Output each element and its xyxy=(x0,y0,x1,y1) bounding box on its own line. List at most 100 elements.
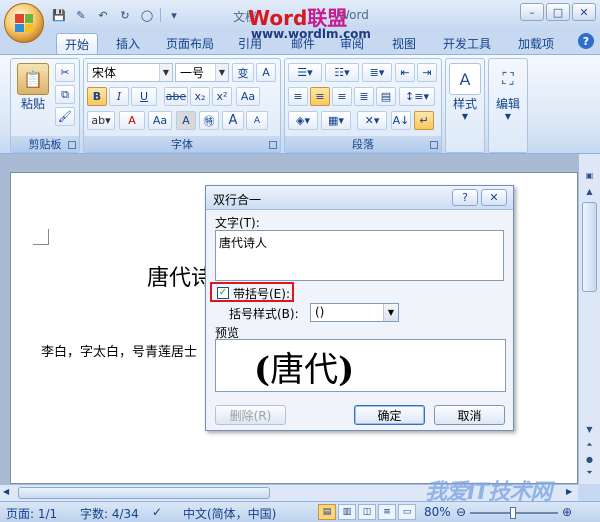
char-shading-button[interactable]: A xyxy=(176,111,196,130)
redo-icon[interactable]: ↻ xyxy=(116,7,134,23)
proofing-icon[interactable]: ✓ xyxy=(152,505,162,519)
sort-icon[interactable]: A↓ xyxy=(391,111,411,130)
styles-button[interactable]: A 样式 ▼ xyxy=(449,63,481,121)
enclose-char-icon[interactable]: ㊕ xyxy=(199,111,219,130)
tab-page-layout[interactable]: 页面布局 xyxy=(160,33,220,54)
change-case-icon[interactable]: Aa xyxy=(236,87,260,106)
case-button[interactable]: Aa xyxy=(148,111,172,130)
superscript-button[interactable]: x² xyxy=(212,87,232,106)
minimize-button[interactable]: – xyxy=(520,3,544,21)
tab-insert[interactable]: 插入 xyxy=(108,33,148,54)
tab-review[interactable]: 审阅 xyxy=(334,33,370,54)
vertical-scrollbar[interactable]: ▣ ▲ ▼ ⏶ ● ⏷ xyxy=(578,154,600,484)
numbering-icon[interactable]: ☷▾ xyxy=(325,63,359,82)
scroll-right-icon[interactable]: ▶ xyxy=(566,487,572,496)
tab-mailings[interactable]: 邮件 xyxy=(285,33,321,54)
paragraph-launcher-icon[interactable] xyxy=(430,141,438,149)
scroll-up-icon[interactable]: ▲ xyxy=(582,184,597,198)
phonetic-guide-icon[interactable]: 变 xyxy=(232,63,254,82)
select-browse-icon[interactable]: ● xyxy=(582,452,597,466)
subscript-button[interactable]: x₂ xyxy=(190,87,210,106)
align-right-icon[interactable]: ≡ xyxy=(332,87,352,106)
format-painter-icon[interactable]: 🖌 xyxy=(55,107,75,126)
full-screen-reading-icon[interactable]: ▥ xyxy=(338,504,356,520)
copy-icon[interactable]: ⧉ xyxy=(55,85,75,104)
distributed-icon[interactable]: ▤ xyxy=(376,87,396,106)
zoom-slider-knob[interactable] xyxy=(510,507,516,519)
bold-button[interactable]: B xyxy=(87,87,107,106)
zoom-level[interactable]: 80% xyxy=(424,505,451,519)
zoom-slider[interactable] xyxy=(470,507,558,519)
bullets-icon[interactable]: ☰▾ xyxy=(288,63,322,82)
highlight-color-icon[interactable]: ab▾ xyxy=(87,111,115,130)
font-color-button[interactable]: A xyxy=(119,111,145,130)
outline-icon[interactable]: ≡ xyxy=(378,504,396,520)
underline-button[interactable]: U xyxy=(131,87,157,106)
tab-view[interactable]: 视图 xyxy=(386,33,422,54)
align-center-icon[interactable]: ≡ xyxy=(310,87,330,106)
italic-button[interactable]: I xyxy=(109,87,129,106)
help-icon[interactable]: ? xyxy=(578,33,594,49)
multilevel-list-icon[interactable]: ≣▾ xyxy=(362,63,392,82)
tab-references[interactable]: 引用 xyxy=(232,33,268,54)
dialog-close-button[interactable]: ✕ xyxy=(481,189,507,206)
strikethrough-button[interactable]: abe xyxy=(164,87,188,106)
web-layout-icon[interactable]: ◫ xyxy=(358,504,376,520)
close-button[interactable]: ✕ xyxy=(572,3,596,21)
word-count[interactable]: 字数: 4/34 xyxy=(80,505,139,522)
hscroll-thumb[interactable] xyxy=(18,487,270,499)
chevron-down-icon[interactable]: ▼ xyxy=(215,64,228,81)
text-field[interactable]: 唐代诗人 xyxy=(215,230,504,281)
editing-button[interactable]: ⛶ 编辑 ▼ xyxy=(492,63,524,121)
next-page-icon[interactable]: ⏷ xyxy=(582,466,597,480)
show-marks-icon[interactable]: ↵ xyxy=(414,111,434,130)
chevron-down-icon[interactable]: ▼ xyxy=(383,304,398,321)
clipboard-launcher-icon[interactable] xyxy=(68,141,76,149)
circle-icon[interactable]: ◯ xyxy=(138,7,156,23)
scroll-thumb[interactable] xyxy=(582,202,597,292)
print-layout-icon[interactable]: ▤ xyxy=(318,504,336,520)
cut-icon[interactable]: ✂ xyxy=(55,63,75,82)
page-count[interactable]: 页面: 1/1 xyxy=(6,505,57,522)
decrease-indent-icon[interactable]: ⇤ xyxy=(395,63,415,82)
justify-icon[interactable]: ≣ xyxy=(354,87,374,106)
chinese-layout-icon[interactable]: ✕▾ xyxy=(357,111,387,130)
paste-button[interactable]: 📋 粘贴 xyxy=(17,63,49,112)
bracket-checkbox-label[interactable]: 带括号(E): xyxy=(233,285,290,302)
chevron-down-icon[interactable]: ▼ xyxy=(159,64,172,81)
bracket-checkbox[interactable]: ✓ xyxy=(217,287,229,299)
font-size-combo[interactable]: 一号 ▼ xyxy=(175,63,229,82)
increase-indent-icon[interactable]: ⇥ xyxy=(417,63,437,82)
undo-icon[interactable]: ↶ xyxy=(94,7,112,23)
ruler-toggle-icon[interactable]: ▣ xyxy=(582,168,597,182)
tab-home[interactable]: 开始 xyxy=(56,33,98,54)
font-launcher-icon[interactable] xyxy=(269,141,277,149)
dialog-help-button[interactable]: ? xyxy=(452,189,478,206)
tab-developer[interactable]: 开发工具 xyxy=(437,33,497,54)
language-indicator[interactable]: 中文(简体，中国) xyxy=(183,505,276,522)
font-name-combo[interactable]: 宋体 ▼ xyxy=(87,63,173,82)
draft-icon[interactable]: ▭ xyxy=(398,504,416,520)
tab-addins[interactable]: 加载项 xyxy=(512,33,560,54)
borders-icon[interactable]: ▦▾ xyxy=(321,111,351,130)
cancel-button[interactable]: 取消 xyxy=(434,405,505,425)
zoom-in-icon[interactable]: ⊕ xyxy=(562,505,572,519)
shrink-font-button[interactable]: A xyxy=(246,111,268,130)
scroll-left-icon[interactable]: ◀ xyxy=(3,487,9,496)
ok-button[interactable]: 确定 xyxy=(354,405,425,425)
char-border-icon[interactable]: A xyxy=(256,63,276,82)
align-left-icon[interactable]: ≡ xyxy=(288,87,308,106)
maximize-button[interactable]: □ xyxy=(546,3,570,21)
line-spacing-icon[interactable]: ↕≡▾ xyxy=(399,87,435,106)
delete-button[interactable]: 删除(R) xyxy=(215,405,286,425)
scroll-down-icon[interactable]: ▼ xyxy=(582,422,597,436)
grow-font-button[interactable]: A xyxy=(222,111,244,130)
prev-page-icon[interactable]: ⏶ xyxy=(582,438,597,452)
customize-qat-icon[interactable]: ▾ xyxy=(165,7,183,23)
shading-icon[interactable]: ◈▾ xyxy=(288,111,318,130)
bracket-style-select[interactable]: () ▼ xyxy=(310,303,399,322)
format-painter-icon[interactable]: ✎ xyxy=(72,7,90,23)
office-button[interactable] xyxy=(4,3,44,43)
zoom-out-icon[interactable]: ⊖ xyxy=(456,505,466,519)
save-icon[interactable]: 💾 xyxy=(50,7,68,23)
